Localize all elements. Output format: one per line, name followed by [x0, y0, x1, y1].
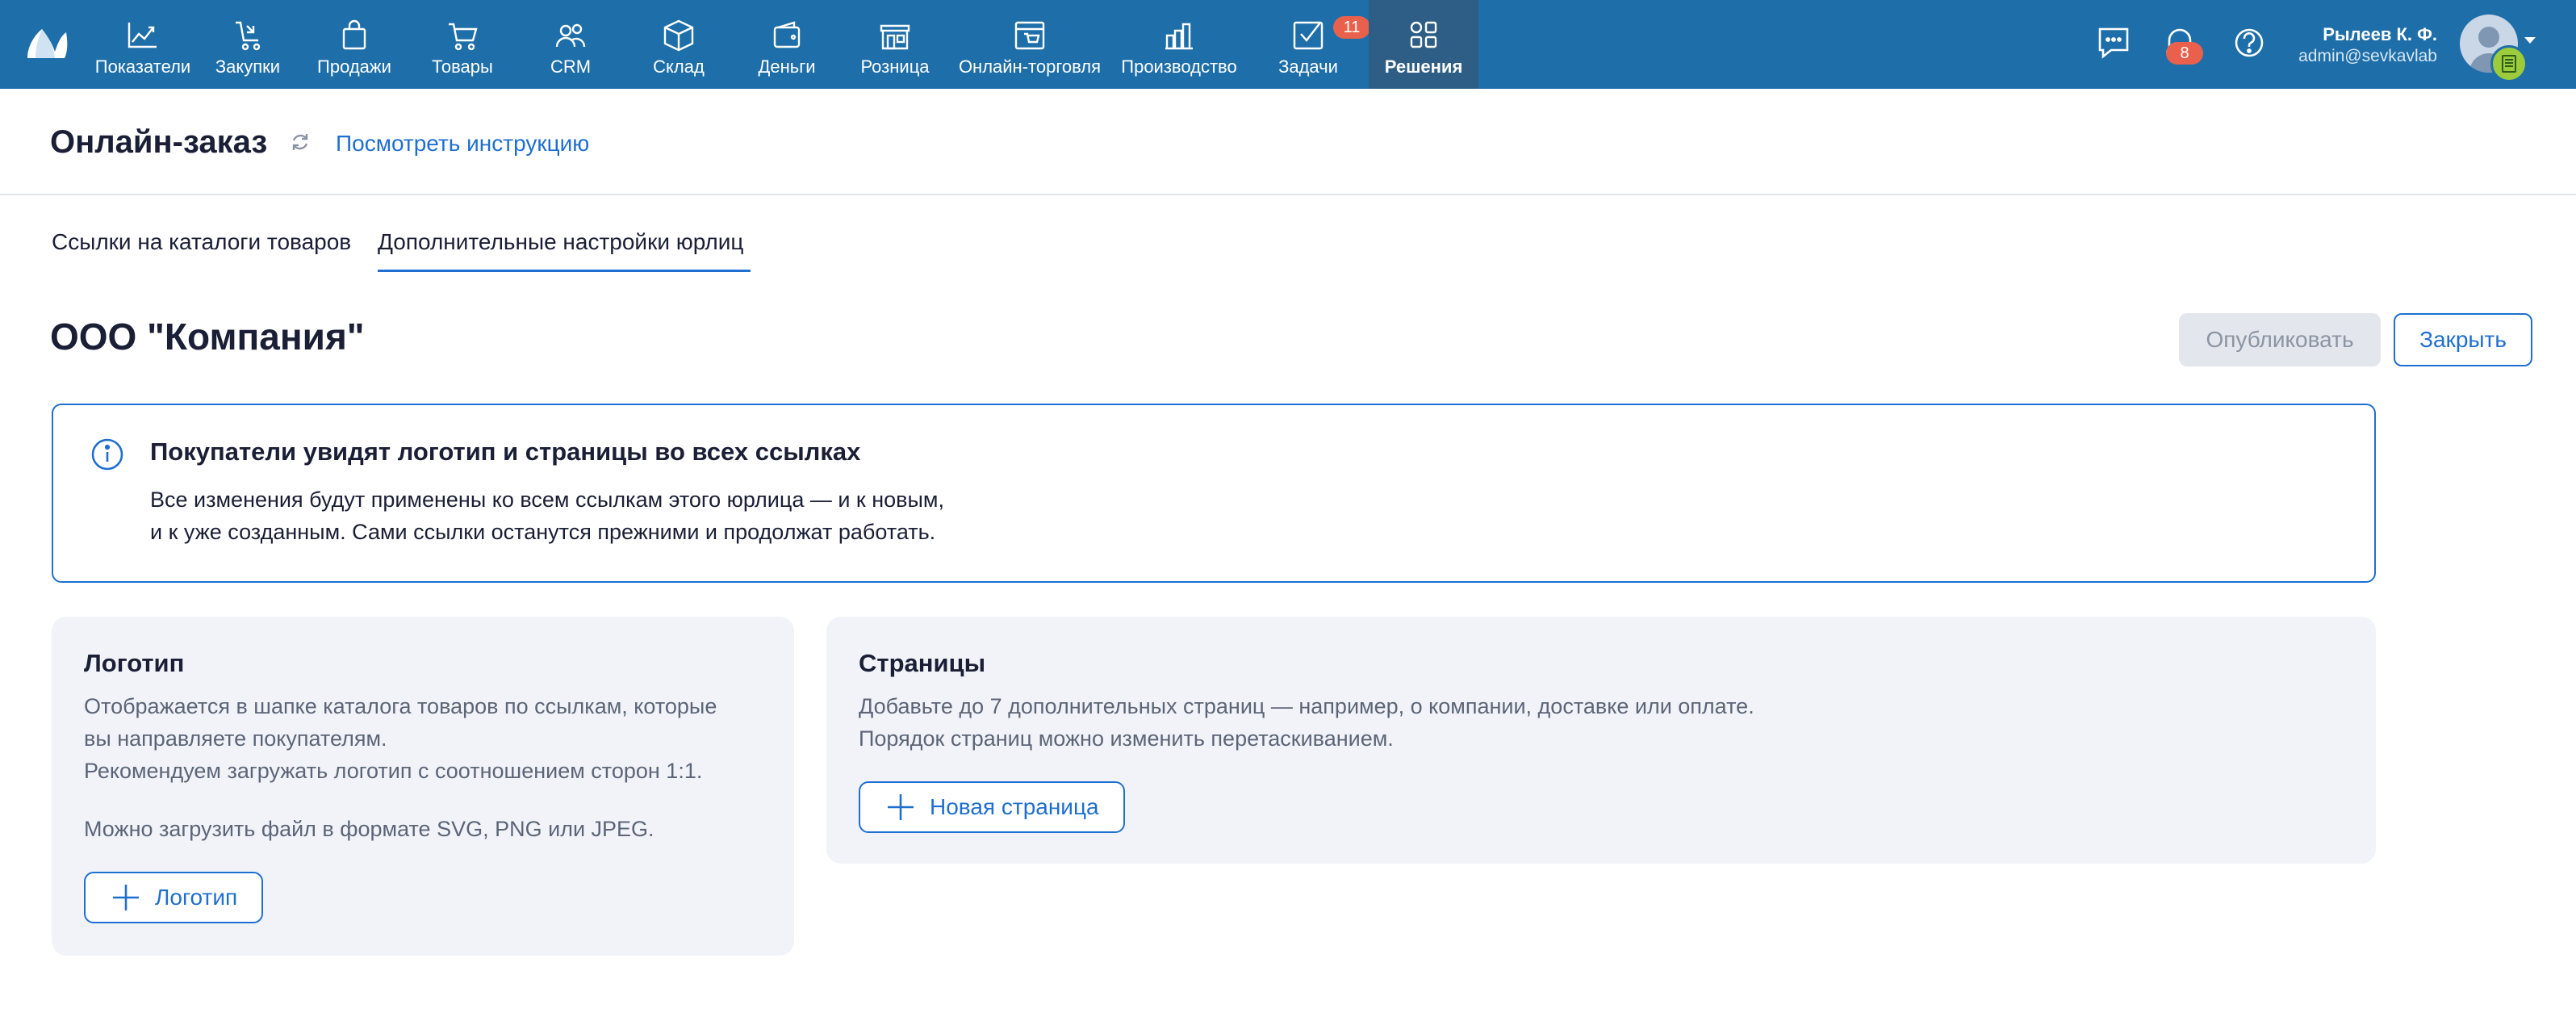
nav-item-purchases[interactable]: Закупки: [195, 0, 300, 89]
logo-card-text: вы направляете покупателям.: [84, 726, 387, 751]
user-email[interactable]: admin@sevkavlab: [2260, 47, 2437, 66]
tasks-icon: [1293, 21, 1324, 50]
plus-icon: [888, 794, 914, 820]
chat-icon[interactable]: [2092, 21, 2135, 65]
nav-label: Закупки: [215, 56, 281, 77]
nav-label: Продажи: [317, 56, 391, 77]
page-title: Онлайн-заказ: [50, 124, 268, 160]
tasks-count-badge: 11: [1333, 16, 1370, 39]
logo-card-formats: Можно загрузить файл в формате SVG, PNG …: [84, 817, 654, 841]
nav-item-goods[interactable]: Товары: [408, 0, 516, 89]
cart-icon: [449, 23, 478, 51]
status-badge-icon: [2490, 45, 2528, 82]
nav-label: Склад: [653, 56, 705, 77]
store-icon: [880, 24, 910, 50]
box-icon: [663, 19, 694, 52]
logo-card-text: Рекомендуем загружать логотип с соотноше…: [84, 759, 703, 783]
nav-item-production[interactable]: Производство: [1110, 0, 1248, 89]
nav-label: Товары: [432, 56, 493, 77]
user-name[interactable]: Рылеев К. Ф.: [2260, 24, 2437, 45]
tab-catalog-links[interactable]: Ссылки на каталоги товаров: [52, 229, 351, 255]
new-page-button[interactable]: Новая страница: [859, 781, 1125, 833]
shopping-bag-icon: [342, 19, 366, 50]
info-text-line: Все изменения будут применены ко всем сс…: [150, 488, 944, 512]
pages-card-title: Страницы: [859, 649, 986, 677]
nav-item-solutions[interactable]: Решения: [1369, 0, 1478, 89]
pages-card: Страницы Добавьте до 7 дополнительных ст…: [826, 617, 2376, 864]
nav-item-indicators[interactable]: Показатели: [90, 0, 195, 89]
factory-icon: [1165, 23, 1193, 50]
pages-card-text: Добавьте до 7 дополнительных страниц — н…: [859, 694, 1754, 718]
nav-label: Онлайн-торговля: [958, 56, 1102, 77]
nav-label: Показатели: [94, 56, 191, 77]
nav-item-money[interactable]: Деньги: [733, 0, 841, 89]
logo-card-title: Логотип: [84, 649, 185, 677]
active-tab-indicator: [378, 270, 751, 272]
pages-card-text: Порядок страниц можно изменить перетаски…: [859, 726, 1394, 751]
info-title: Покупатели увидят логотип и страницы во …: [150, 437, 861, 466]
nav-item-sales[interactable]: Продажи: [300, 0, 408, 89]
online-store-icon: [1014, 21, 1045, 50]
header-divider: [0, 194, 2576, 195]
nav-label: Решения: [1384, 56, 1463, 77]
nav-item-online-trade[interactable]: Онлайн-торговля: [949, 0, 1110, 89]
nav-label: CRM: [550, 56, 592, 77]
close-button[interactable]: Закрыть: [2394, 313, 2532, 366]
app-logo-icon[interactable]: [24, 18, 69, 61]
chart-line-icon: [128, 23, 157, 48]
main-nav: Показатели Закупки Продажи Товары CRM Ск…: [90, 0, 1478, 89]
nav-item-tasks[interactable]: Задачи 11: [1248, 0, 1370, 89]
logo-card: Логотип Отображается в шапке каталога то…: [52, 617, 794, 956]
people-icon: [555, 23, 586, 48]
info-icon: [91, 438, 123, 471]
nav-item-warehouse[interactable]: Склад: [625, 0, 733, 89]
notifications-badge: 8: [2166, 42, 2203, 65]
chevron-down-icon[interactable]: [2524, 37, 2536, 44]
nav-label: Задачи: [1278, 56, 1338, 77]
plus-icon: [113, 885, 139, 910]
add-logo-button[interactable]: Логотип: [84, 872, 264, 923]
tab-legal-entity-settings[interactable]: Дополнительные настройки юрлиц: [378, 229, 743, 255]
nav-item-retail[interactable]: Розница: [841, 0, 949, 89]
add-logo-button-label: Логотип: [155, 885, 238, 910]
company-name: ООО "Компания": [50, 316, 365, 358]
nav-label: Розница: [860, 56, 930, 77]
purchase-icon: [236, 21, 261, 51]
logo-card-text: Отображается в шапке каталога товаров по…: [84, 694, 717, 718]
instruction-link[interactable]: Посмотреть инструкцию: [336, 131, 589, 157]
nav-label: Производство: [1121, 56, 1237, 77]
apps-icon: [1410, 21, 1437, 48]
info-text-line: и к уже созданным. Сами ссылки останутся…: [150, 520, 936, 544]
wallet-icon: [773, 21, 801, 48]
new-page-button-label: Новая страница: [930, 794, 1099, 819]
nav-label: Деньги: [758, 56, 816, 77]
nav-item-crm[interactable]: CRM: [516, 0, 625, 89]
publish-button[interactable]: Опубликовать: [2179, 313, 2381, 366]
refresh-icon[interactable]: [289, 131, 312, 153]
top-navigation-bar: Показатели Закупки Продажи Товары CRM Ск…: [0, 0, 2576, 89]
